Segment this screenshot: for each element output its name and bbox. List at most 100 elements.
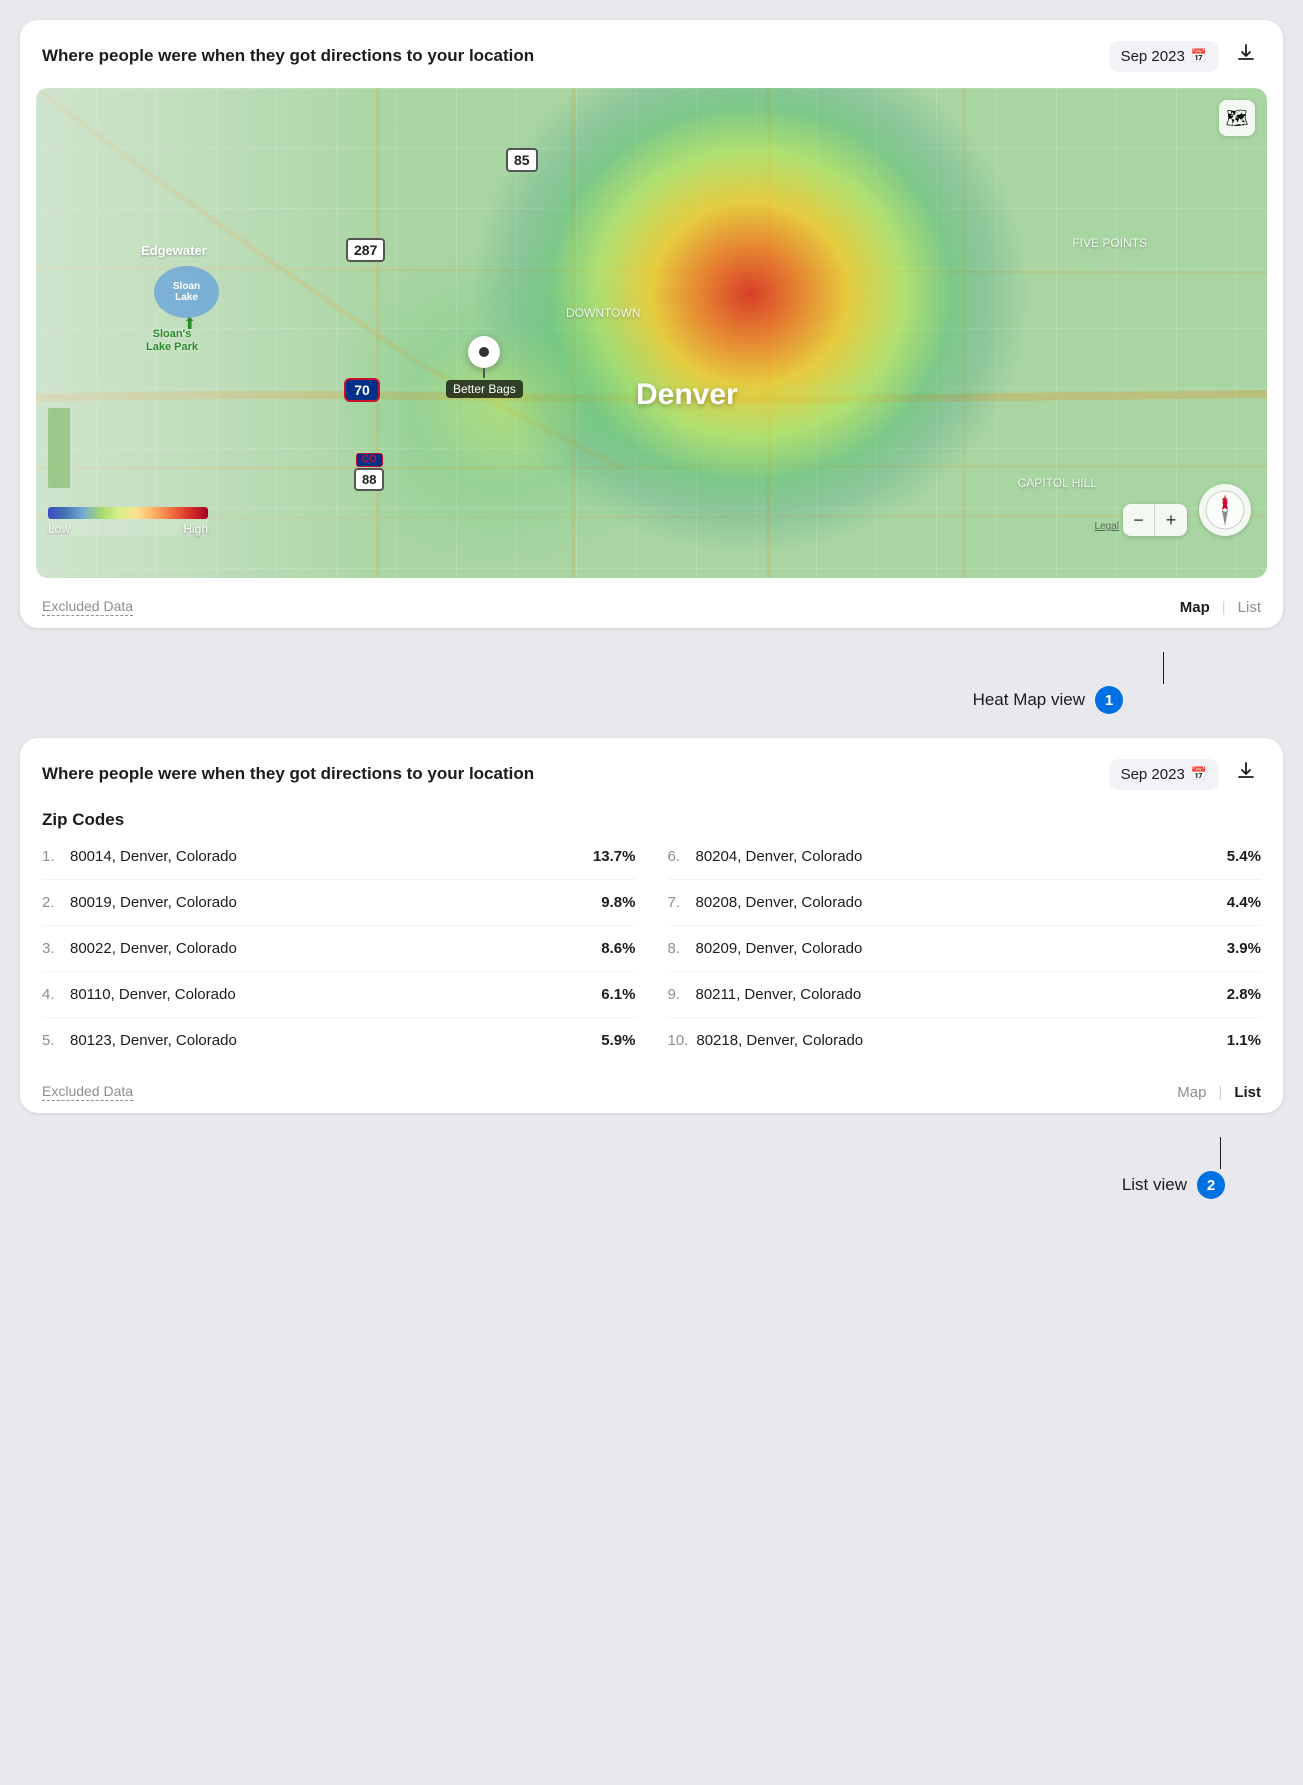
- map-background: SloanLake ⬆ Sloan'sLake Park Edgewater F…: [36, 88, 1267, 578]
- highway-287: 287: [346, 238, 385, 262]
- zip-rank-9: 9.: [668, 986, 688, 1003]
- excluded-data-button-2[interactable]: Excluded Data: [42, 1083, 133, 1101]
- list-item: 5. 80123, Denver, Colorado 5.9%: [42, 1018, 636, 1063]
- list-item: 2. 80019, Denver, Colorado 9.8%: [42, 880, 636, 926]
- map-type-button[interactable]: 🗺: [1219, 100, 1255, 136]
- zip-codes-title: Zip Codes: [42, 810, 1261, 830]
- list-item: 6. 80204, Denver, Colorado 5.4%: [668, 834, 1262, 880]
- calendar-icon-2: 📅: [1191, 766, 1207, 782]
- excluded-data-button-1[interactable]: Excluded Data: [42, 598, 133, 616]
- zip-rank-7: 7.: [668, 894, 688, 911]
- view-divider-2: |: [1218, 1084, 1222, 1101]
- card1-date-button[interactable]: Sep 2023 📅: [1109, 41, 1219, 72]
- zip-percent-4: 6.1%: [601, 986, 635, 1003]
- legend-low-label: Low: [48, 522, 70, 536]
- list-view-button-2[interactable]: List: [1234, 1084, 1261, 1101]
- zip-location-5: 80123, Denver, Colorado: [70, 1032, 237, 1049]
- zoom-out-button[interactable]: −: [1123, 504, 1155, 536]
- zip-location-7: 80208, Denver, Colorado: [696, 894, 863, 911]
- heatmap-left-fade: [36, 88, 1267, 578]
- highway-88: CO 88: [354, 453, 384, 491]
- highway-70: 70: [344, 378, 380, 402]
- green-strip: [48, 408, 70, 488]
- list-item: 7. 80208, Denver, Colorado 4.4%: [668, 880, 1262, 926]
- card2-footer: Excluded Data Map | List: [20, 1071, 1283, 1113]
- callout-1-line: [1163, 652, 1164, 684]
- pin-circle: [468, 336, 500, 368]
- highway-85: 85: [506, 148, 538, 172]
- zip-codes-grid: 1. 80014, Denver, Colorado 13.7% 2. 8001…: [42, 834, 1261, 1063]
- list-item: 1. 80014, Denver, Colorado 13.7%: [42, 834, 636, 880]
- highway-70-label: 70: [344, 378, 380, 402]
- card2-header: Where people were when they got directio…: [20, 738, 1283, 806]
- zip-location-1: 80014, Denver, Colorado: [70, 848, 237, 865]
- zip-entry-left-1: 1. 80014, Denver, Colorado: [42, 848, 237, 865]
- card1-footer: Excluded Data Map | List: [20, 586, 1283, 628]
- zip-entry-left-2: 2. 80019, Denver, Colorado: [42, 894, 237, 911]
- zip-rank-2: 2.: [42, 894, 62, 911]
- legend-labels: Low High: [48, 522, 208, 536]
- zip-rank-6: 6.: [668, 848, 688, 865]
- card2-title: Where people were when they got directio…: [42, 764, 534, 784]
- legend-gradient-bar: [48, 507, 208, 519]
- svg-text:N: N: [1222, 497, 1228, 506]
- card1-title: Where people were when they got directio…: [42, 46, 534, 66]
- card2-date-label: Sep 2023: [1121, 766, 1185, 783]
- zip-percent-3: 8.6%: [601, 940, 635, 957]
- zip-percent-2: 9.8%: [601, 894, 635, 911]
- zip-percent-9: 2.8%: [1227, 986, 1261, 1003]
- zoom-in-button[interactable]: +: [1155, 504, 1187, 536]
- zip-location-9: 80211, Denver, Colorado: [696, 986, 862, 1003]
- legend-high-label: High: [183, 522, 208, 536]
- list-item: 10. 80218, Denver, Colorado 1.1%: [668, 1018, 1262, 1063]
- zip-location-4: 80110, Denver, Colorado: [70, 986, 236, 1003]
- zip-percent-5: 5.9%: [601, 1032, 635, 1049]
- zip-location-10: 80218, Denver, Colorado: [696, 1032, 863, 1049]
- list-view-button-1[interactable]: List: [1238, 599, 1261, 616]
- highway-88-label: 88: [354, 468, 384, 491]
- list-item: 8. 80209, Denver, Colorado 3.9%: [668, 926, 1262, 972]
- highway-287-label: 287: [346, 238, 385, 262]
- callout-2-row: List view 2: [20, 1137, 1253, 1199]
- zip-location-6: 80204, Denver, Colorado: [696, 848, 863, 865]
- zip-location-8: 80209, Denver, Colorado: [696, 940, 863, 957]
- card1-export-button[interactable]: [1231, 38, 1261, 74]
- map-view-button-1[interactable]: Map: [1180, 599, 1210, 616]
- zip-rank-5: 5.: [42, 1032, 62, 1049]
- card2-header-right: Sep 2023 📅: [1109, 756, 1261, 792]
- zip-codes-section: Zip Codes 1. 80014, Denver, Colorado 13.…: [20, 806, 1283, 1063]
- zip-percent-6: 5.4%: [1227, 848, 1261, 865]
- callout-1-row: Heat Map view 1: [20, 652, 1203, 714]
- card1-header: Where people were when they got directio…: [20, 20, 1283, 88]
- view-divider-1: |: [1222, 599, 1226, 616]
- zoom-controls: − +: [1123, 504, 1187, 536]
- list-item: 9. 80211, Denver, Colorado 2.8%: [668, 972, 1262, 1018]
- view-toggle-1: Map | List: [1180, 599, 1261, 616]
- map-container[interactable]: SloanLake ⬆ Sloan'sLake Park Edgewater F…: [36, 88, 1267, 578]
- callout-2-badge: 2: [1197, 1171, 1225, 1199]
- callout-1-badge: 1: [1095, 686, 1123, 714]
- edgewater-label: Edgewater: [141, 243, 207, 258]
- zip-rank-3: 3.: [42, 940, 62, 957]
- zip-entry-right-7: 7. 80208, Denver, Colorado: [668, 894, 863, 911]
- zip-entry-right-6: 6. 80204, Denver, Colorado: [668, 848, 863, 865]
- five-points-label: FIVE POINTS: [1072, 236, 1147, 250]
- card2-export-button[interactable]: [1231, 756, 1261, 792]
- pin-label: Better Bags: [446, 380, 523, 398]
- card2-date-button[interactable]: Sep 2023 📅: [1109, 759, 1219, 790]
- callout-2-container: List view 2: [20, 1137, 1283, 1199]
- callout-1-label: Heat Map view: [973, 690, 1085, 710]
- callout-1-container: Heat Map view 1: [20, 652, 1283, 714]
- zip-percent-1: 13.7%: [593, 848, 636, 865]
- zip-rank-8: 8.: [668, 940, 688, 957]
- card1-date-label: Sep 2023: [1121, 48, 1185, 65]
- calendar-icon: 📅: [1191, 48, 1207, 64]
- map-legend: Low High: [48, 507, 208, 536]
- legal-link[interactable]: Legal: [1095, 521, 1119, 532]
- sloan-lake: SloanLake: [154, 266, 219, 318]
- map-view-button-2[interactable]: Map: [1177, 1084, 1206, 1101]
- zip-rank-1: 1.: [42, 848, 62, 865]
- card1-header-right: Sep 2023 📅: [1109, 38, 1261, 74]
- compass: N: [1199, 484, 1251, 536]
- callout-2-line: [1220, 1137, 1221, 1169]
